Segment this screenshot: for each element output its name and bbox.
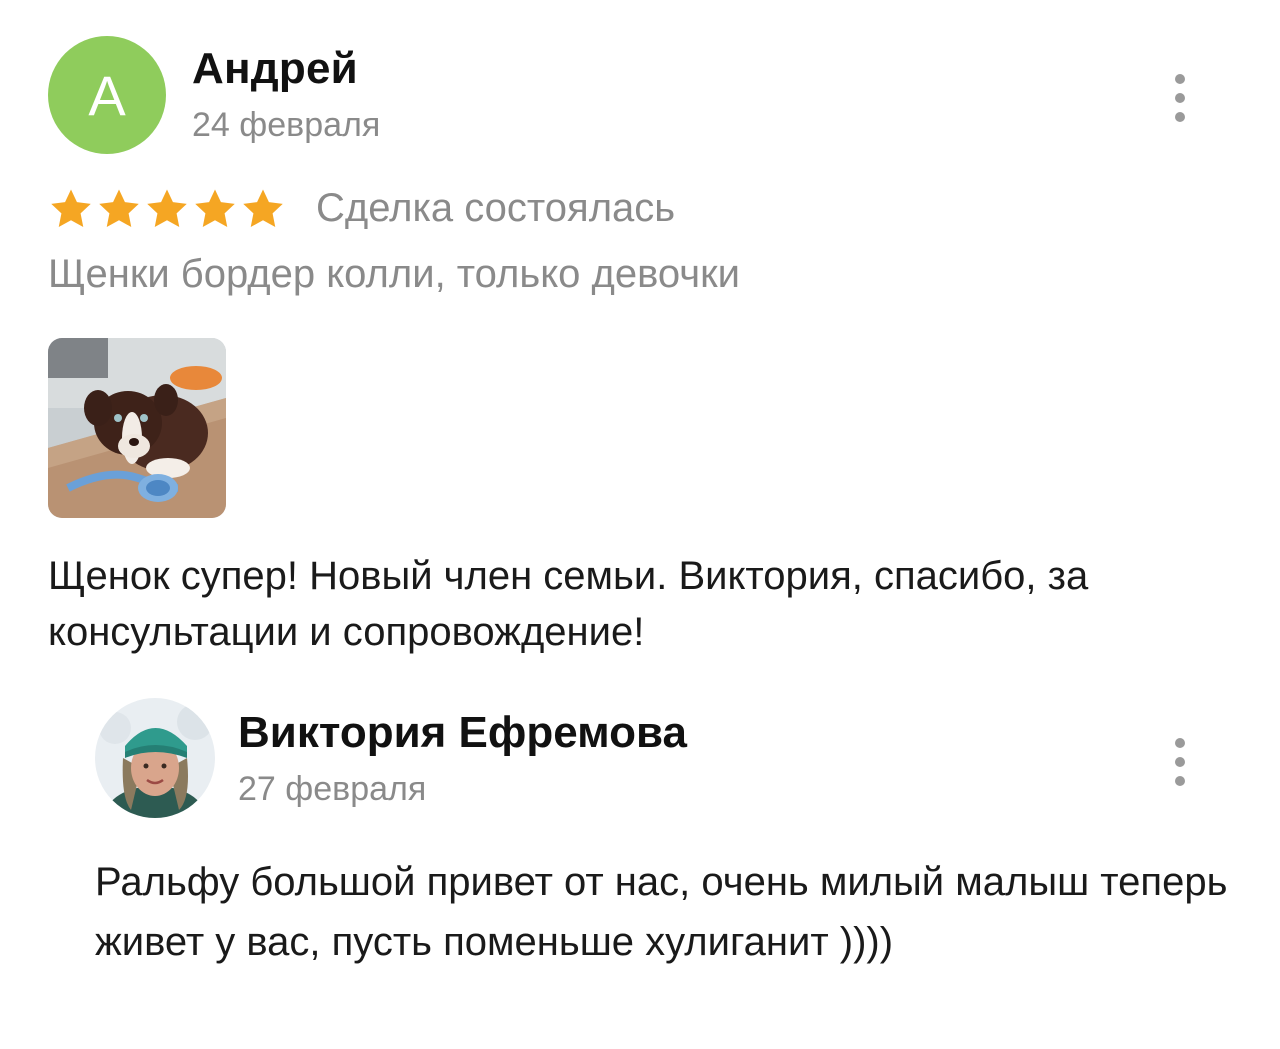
star-icon: [243, 189, 283, 228]
dot-icon: [1175, 757, 1185, 767]
avatar-letter: А: [88, 63, 126, 127]
star-icon: [99, 189, 139, 228]
reply-more-options-button[interactable]: [1165, 738, 1195, 786]
reply-author-name[interactable]: Виктория Ефремова: [238, 708, 687, 758]
puppy-photo-image: [48, 338, 226, 518]
review-date: 24 февраля: [192, 106, 381, 144]
dot-icon: [1175, 738, 1185, 748]
deal-status: Сделка состоялась: [316, 186, 676, 230]
listing-title[interactable]: Щенки бордер колли, только девочки: [48, 252, 740, 297]
dot-icon: [1175, 776, 1185, 786]
review-author-name[interactable]: Андрей: [192, 44, 358, 94]
review-photo[interactable]: [48, 338, 226, 518]
rating-stars: [48, 186, 286, 232]
star-icon: [51, 189, 91, 228]
dot-icon: [1175, 112, 1185, 122]
review-text: Щенок супер! Новый член семьи. Виктория,…: [48, 554, 1089, 654]
dot-icon: [1175, 93, 1185, 103]
avatar-photo-image: [95, 698, 215, 818]
reply-avatar[interactable]: [95, 698, 215, 818]
dot-icon: [1175, 74, 1185, 84]
star-icon: [195, 189, 235, 228]
avatar[interactable]: А: [48, 36, 166, 154]
reply-date: 27 февраля: [238, 770, 427, 808]
star-icon: [147, 189, 187, 228]
reply-text: Ральфу большой привет от нас, очень милы…: [95, 860, 1228, 964]
review-more-options-button[interactable]: [1165, 74, 1195, 122]
